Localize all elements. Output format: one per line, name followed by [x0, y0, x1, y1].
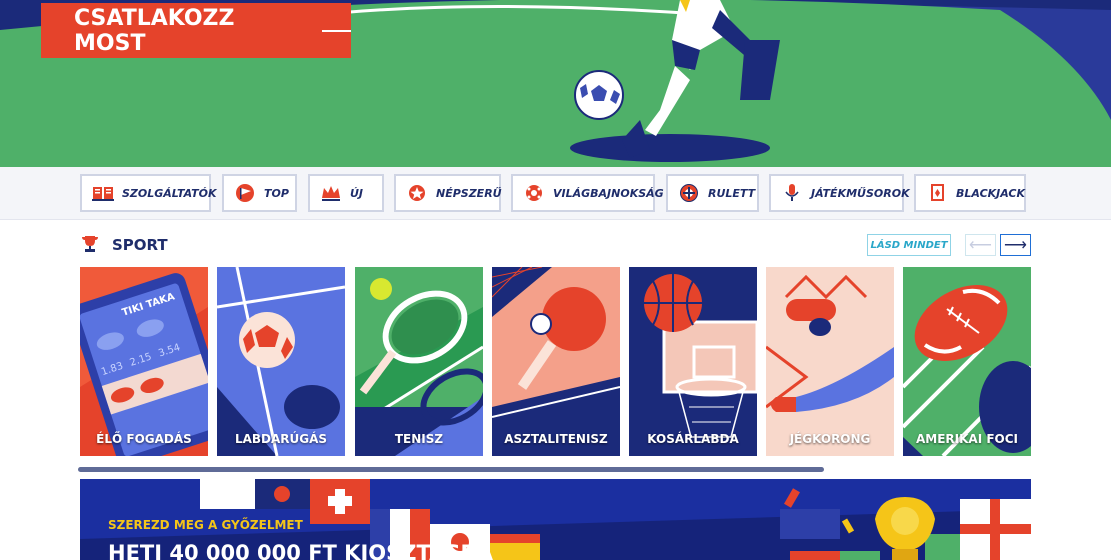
arrow-right-icon: ⟶ — [1004, 237, 1027, 254]
card-icon — [926, 183, 948, 203]
sport-card-basketball[interactable]: KOSÁRLABDA — [629, 267, 757, 456]
microphone-icon — [781, 183, 803, 203]
american-football-illustration — [903, 267, 1031, 456]
roulette-icon — [678, 183, 700, 203]
category-new[interactable]: ÚJ — [308, 174, 384, 212]
sport-card-ice-hockey[interactable]: JÉGKORONG — [766, 267, 894, 456]
sport-card-football[interactable]: LABDARÚGÁS — [217, 267, 345, 456]
category-world-cup[interactable]: VILÁGBAJNOKSÁG — [511, 174, 664, 212]
flag-icon — [234, 183, 256, 203]
promo-title: HETI 40 000 000 FT KIOSZTÁSRA — [108, 541, 493, 560]
sport-section-header: SPORT LÁSD MINDET ⟵ ⟶ — [80, 232, 1031, 260]
sport-card-table-tennis[interactable]: ASZTALITENISZ — [492, 267, 620, 456]
category-label: ÚJ — [350, 186, 364, 200]
table-tennis-illustration — [492, 267, 620, 456]
arrow-left-icon: ⟵ — [969, 237, 992, 254]
category-label: SZOLGÁLTATÓK — [122, 186, 217, 200]
sport-card-label: KOSÁRLABDA — [647, 432, 739, 446]
sport-card-label: TENISZ — [394, 432, 444, 446]
tennis-illustration — [355, 267, 483, 456]
sport-carousel: TIKI TAKA 1.83 2.15 3.54 ÉLŐ FOGADÁS LAB… — [80, 267, 1031, 457]
book-icon — [92, 183, 114, 203]
basketball-illustration — [629, 267, 757, 456]
category-popular[interactable]: NÉPSZERŰ — [394, 174, 502, 212]
category-blackjack[interactable]: BLACKJACK — [914, 174, 1026, 212]
category-label: RULETT — [708, 186, 756, 200]
promo-kicker: SZEREZD MEG A GYŐZELMET — [108, 518, 303, 532]
category-label: TOP — [264, 186, 289, 200]
promo-banner[interactable]: SZEREZD MEG A GYŐZELMET HETI 40 000 000 … — [80, 479, 1031, 560]
ice-hockey-illustration — [766, 267, 894, 456]
scroll-left-button[interactable]: ⟵ — [965, 234, 996, 256]
arrow-line-icon — [321, 29, 351, 32]
sport-card-tennis[interactable]: TENISZ — [355, 267, 483, 456]
soccer-ball-icon — [523, 183, 545, 203]
category-label: VILÁGBAJNOKSÁG — [553, 186, 664, 200]
join-now-label: CSATLAKOZZ MOST — [74, 5, 235, 56]
football-illustration — [217, 267, 345, 456]
carousel-scrollbar[interactable] — [78, 467, 824, 472]
sport-card-label: ASZTALITENISZ — [504, 432, 608, 446]
category-game-shows[interactable]: JÁTÉKMŰSOROK — [769, 174, 910, 212]
see-all-button[interactable]: LÁSD MINDET — [867, 234, 951, 256]
category-label: BLACKJACK — [956, 186, 1026, 200]
join-now-button[interactable]: CSATLAKOZZ MOST — [41, 3, 351, 58]
crown-icon — [320, 183, 342, 203]
sport-card-label: AMERIKAI FOCI — [915, 432, 1019, 446]
category-label: JÁTÉKMŰSOROK — [811, 186, 910, 200]
phone-illustration: TIKI TAKA 1.83 2.15 3.54 — [80, 267, 208, 456]
category-top[interactable]: TOP — [222, 174, 297, 212]
sport-card-live-betting[interactable]: TIKI TAKA 1.83 2.15 3.54 ÉLŐ FOGADÁS — [80, 267, 208, 456]
sport-card-label: ÉLŐ FOGADÁS — [96, 432, 192, 446]
sport-card-american-football[interactable]: AMERIKAI FOCI — [903, 267, 1031, 456]
hero-banner: CSATLAKOZZ MOST — [0, 0, 1111, 167]
category-bar: SZOLGÁLTATÓK TOP ÚJ NÉPSZERŰ VILÁGBAJNOK… — [0, 167, 1111, 220]
scroll-right-button[interactable]: ⟶ — [1000, 234, 1031, 256]
trophy-icon — [80, 234, 100, 259]
category-roulette[interactable]: RULETT — [666, 174, 759, 212]
section-title: SPORT — [112, 236, 168, 254]
sport-card-label: LABDARÚGÁS — [234, 432, 328, 446]
sport-card-label: JÉGKORONG — [789, 432, 871, 446]
category-providers[interactable]: SZOLGÁLTATÓK — [80, 174, 216, 212]
star-icon — [406, 183, 428, 203]
category-label: NÉPSZERŰ — [436, 186, 502, 200]
